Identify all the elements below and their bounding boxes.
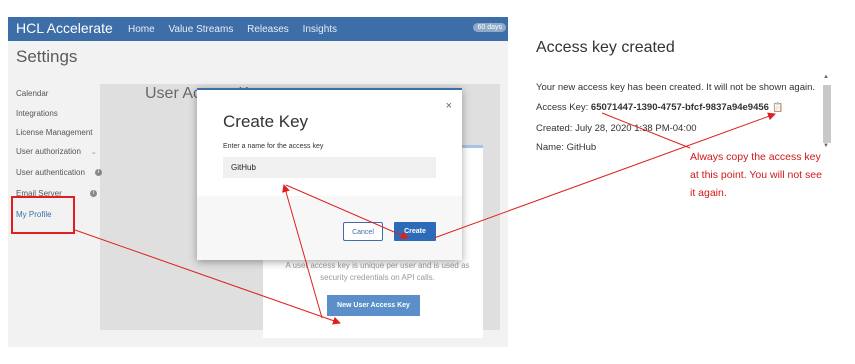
arrow-note-to-access-key bbox=[601, 112, 691, 149]
annotation-arrows bbox=[74, 112, 776, 325]
arrow-profile-to-new-key bbox=[74, 229, 341, 325]
arrow-name-field-to-create bbox=[285, 184, 409, 239]
arrow-new-key-to-name-field bbox=[282, 184, 323, 319]
arrow-create-to-access-key bbox=[433, 112, 776, 239]
